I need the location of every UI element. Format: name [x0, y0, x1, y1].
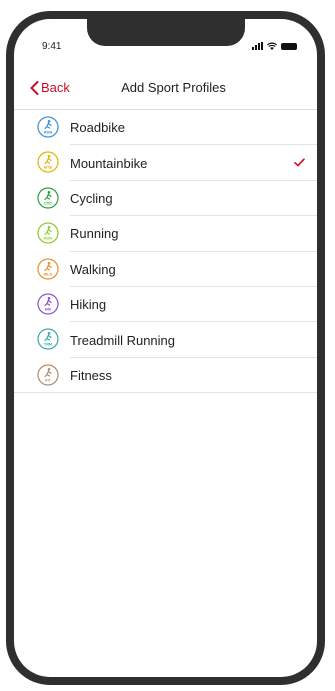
fitness-icon: FIT	[37, 364, 59, 386]
hiking-icon: HIK	[37, 293, 59, 315]
mountainbike-icon: MTB	[37, 151, 59, 173]
checkmark-icon	[294, 158, 305, 167]
roadbike-icon: RDB	[37, 116, 59, 138]
sport-profile-list: RDB Roadbike MTB Mountainbike CYC Cycling RUN R…	[14, 110, 317, 394]
sport-abbr: FIT	[45, 378, 51, 382]
sport-profile-label: Roadbike	[70, 120, 125, 136]
sport-profile-item[interactable]: RUN Running	[14, 216, 317, 252]
sport-profile-label: Fitness	[70, 367, 112, 383]
sport-profile-item[interactable]: HIK Hiking	[14, 287, 317, 323]
sport-abbr: HIK	[45, 307, 52, 311]
sport-profile-item[interactable]: TRM Treadmill Running	[14, 322, 317, 358]
wifi-icon	[267, 42, 277, 50]
phone-frame: 9:41 Back Add Sport Profiles RDB Roadbike…	[6, 11, 325, 685]
sport-profile-item[interactable]: RDB Roadbike	[14, 110, 317, 146]
row-divider	[14, 392, 317, 394]
sport-abbr: RUN	[44, 236, 52, 240]
sport-profile-label: Hiking	[70, 297, 107, 313]
sport-abbr: MTB	[44, 166, 52, 170]
sport-profile-label: Walking	[70, 261, 116, 277]
cycling-icon: CYC	[37, 187, 59, 209]
running-icon: RUN	[37, 222, 59, 244]
sport-abbr: CYC	[44, 201, 52, 205]
sport-profile-label: Cycling	[70, 190, 113, 206]
sport-profile-item[interactable]: CYC Cycling	[14, 181, 317, 217]
sport-profile-item[interactable]: FIT Fitness	[14, 358, 317, 394]
sport-abbr: TRM	[44, 343, 52, 347]
signal-icon	[252, 42, 263, 50]
sport-profile-item[interactable]: MTB Mountainbike	[14, 145, 317, 181]
sport-profile-item[interactable]: WLK Walking	[14, 252, 317, 287]
nav-bar: Back Add Sport Profiles	[14, 69, 317, 109]
screen: 9:41 Back Add Sport Profiles RDB Roadbike…	[14, 19, 317, 677]
sport-abbr: RDB	[44, 130, 52, 134]
sport-profile-label: Mountainbike	[70, 155, 148, 171]
sport-profile-label: Running	[70, 226, 119, 242]
battery-icon	[281, 42, 297, 50]
status-time: 9:41	[42, 41, 62, 52]
sport-profile-label: Treadmill Running	[70, 332, 176, 348]
page-title: Add Sport Profiles	[121, 80, 226, 95]
walking-icon: WLK	[37, 257, 59, 280]
sport-abbr: WLK	[44, 272, 53, 276]
status-icons	[252, 42, 297, 50]
treadmill-running-icon: TRM	[37, 328, 59, 350]
notch	[87, 19, 245, 46]
